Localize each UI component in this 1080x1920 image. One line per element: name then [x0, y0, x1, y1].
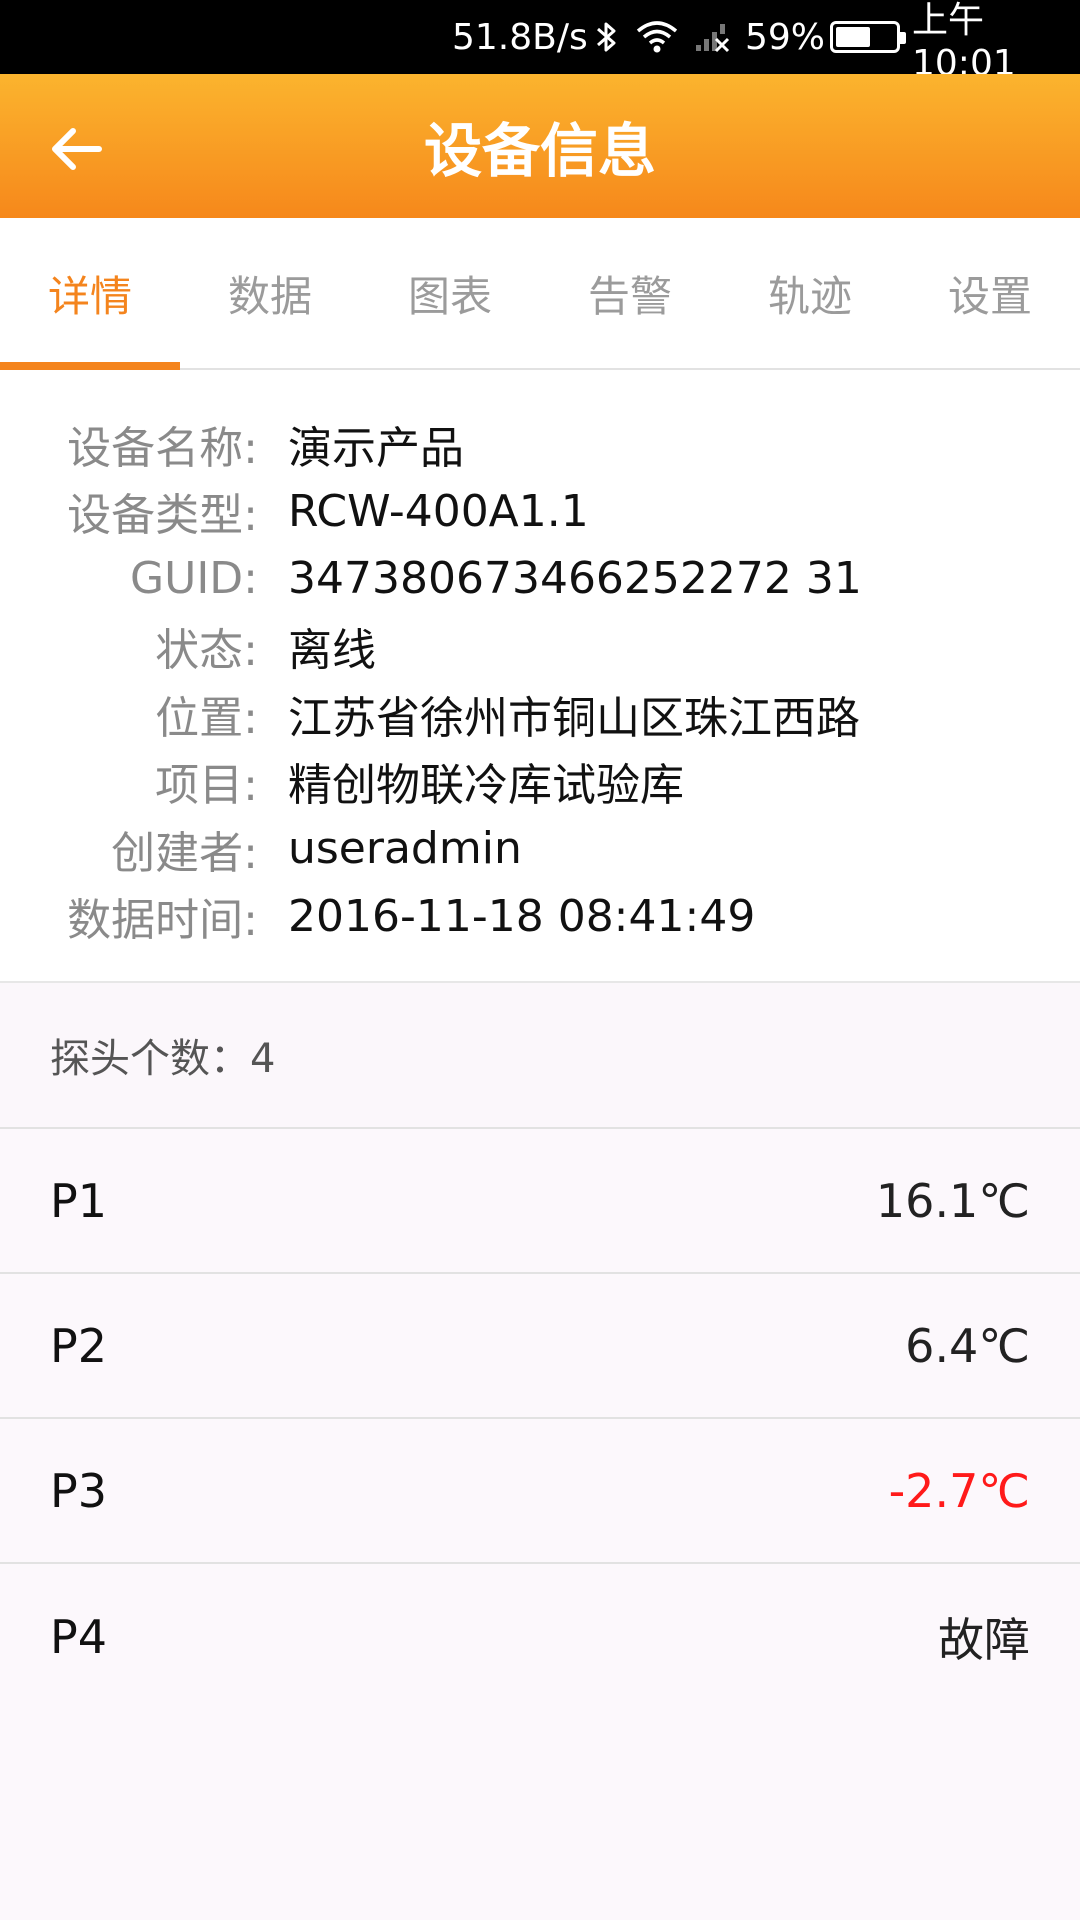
detail-row-location: 位置: 江苏省徐州市铜山区珠江西路: [0, 680, 1080, 748]
detail-label: 设备名称:: [67, 422, 258, 474]
detail-value: 精创物联冷库试验库: [288, 760, 684, 812]
list-item[interactable]: P4 故障: [0, 1564, 1080, 1709]
tab-details[interactable]: 详情: [0, 218, 180, 370]
tab-bar: 详情 数据 图表 告警 轨迹 设置: [0, 218, 1080, 370]
detail-value: 347380673466252272 31: [288, 553, 862, 605]
detail-row-name: 设备名称: 演示产品: [0, 410, 1080, 478]
clock: 上午10:01: [912, 0, 1016, 84]
detail-row-guid: GUID: 347380673466252272 31: [0, 545, 1080, 613]
detail-value: useradmin: [288, 823, 522, 875]
app-bar: 设备信息: [0, 74, 1080, 218]
detail-label: 设备类型:: [67, 490, 258, 542]
probe-name: P1: [50, 1173, 108, 1228]
probe-value: -2.7℃: [888, 1463, 1030, 1518]
battery-icon: [830, 0, 906, 74]
probe-value: 6.4℃: [905, 1318, 1030, 1373]
device-details: 设备名称: 演示产品 设备类型: RCW-400A1.1 GUID: 34738…: [0, 370, 1080, 983]
probe-name: P3: [50, 1463, 108, 1518]
detail-label: GUID:: [130, 553, 258, 605]
list-item[interactable]: P2 6.4℃: [0, 1274, 1080, 1419]
detail-row-status: 状态: 离线: [0, 613, 1080, 681]
tab-chart[interactable]: 图表: [360, 218, 540, 368]
probe-name: P4: [50, 1609, 108, 1664]
probe-value: 故障: [938, 1612, 1030, 1667]
tab-track[interactable]: 轨迹: [720, 218, 900, 368]
probe-value: 16.1℃: [875, 1173, 1030, 1228]
bluetooth-icon: [592, 0, 622, 74]
detail-value: RCW-400A1.1: [288, 485, 589, 537]
detail-row-data-time: 数据时间: 2016-11-18 08:41:49: [0, 883, 1080, 951]
wifi-icon: [635, 0, 679, 74]
battery-percent: 59%: [745, 16, 826, 58]
list-item[interactable]: P1 16.1℃: [0, 1129, 1080, 1274]
detail-value: 江苏省徐州市铜山区珠江西路: [288, 692, 860, 744]
tab-data[interactable]: 数据: [180, 218, 360, 368]
detail-value: 演示产品: [288, 422, 464, 474]
detail-label: 项目:: [155, 760, 258, 812]
detail-label: 位置:: [155, 692, 258, 744]
network-speed: 51.8B/s: [452, 16, 588, 58]
probe-list: P1 16.1℃ P2 6.4℃ P3 -2.7℃ P4 故障: [0, 1129, 1080, 1709]
detail-row-creator: 创建者: useradmin: [0, 815, 1080, 883]
list-item[interactable]: P3 -2.7℃: [0, 1419, 1080, 1564]
probe-name: P2: [50, 1318, 108, 1373]
tab-alarm[interactable]: 告警: [540, 218, 720, 368]
page-title: 设备信息: [423, 117, 656, 185]
status-bar: 51.8B/s 59% 上午10:01: [0, 0, 1080, 84]
detail-value: 离线: [288, 625, 376, 677]
detail-row-type: 设备类型: RCW-400A1.1: [0, 478, 1080, 546]
tab-settings[interactable]: 设置: [900, 218, 1080, 368]
detail-value: 2016-11-18 08:41:49: [288, 890, 756, 942]
no-signal-icon: [694, 0, 730, 74]
detail-label: 数据时间:: [67, 895, 258, 947]
probe-count: 探头个数：4: [0, 983, 1080, 1129]
detail-label: 创建者:: [111, 827, 258, 879]
detail-row-project: 项目: 精创物联冷库试验库: [0, 748, 1080, 816]
detail-label: 状态:: [155, 625, 258, 677]
